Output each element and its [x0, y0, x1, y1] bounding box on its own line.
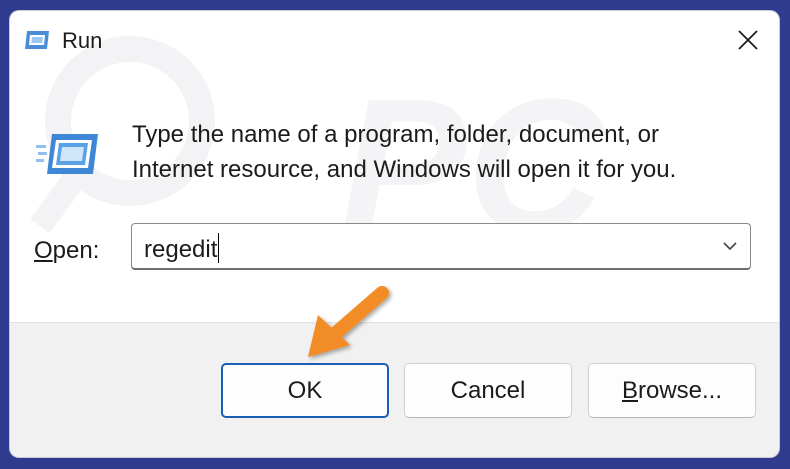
title-bar[interactable]: Run	[10, 11, 779, 71]
run-program-icon	[36, 134, 98, 174]
run-app-icon	[25, 31, 49, 49]
description-line-2: Internet resource, and Windows will open…	[132, 156, 677, 183]
open-label-mnemonic: O	[34, 237, 53, 264]
cancel-button[interactable]: Cancel	[404, 363, 572, 418]
text-cursor	[218, 233, 220, 263]
close-icon	[738, 30, 758, 50]
chevron-down-icon[interactable]	[720, 238, 740, 254]
browse-button[interactable]: Browse...	[588, 363, 756, 418]
open-label: Open:	[34, 237, 99, 265]
run-dialog: PC risk.com Run	[10, 11, 779, 457]
ok-button[interactable]: OK	[221, 363, 389, 418]
browse-label: rowse...	[637, 376, 723, 404]
close-button[interactable]	[731, 23, 765, 57]
description-text: Type the name of a program, folder, docu…	[132, 117, 752, 187]
description-line-1: Type the name of a program, folder, docu…	[132, 121, 659, 148]
window-title: Run	[62, 28, 103, 53]
browse-mnemonic: B	[621, 376, 638, 404]
open-label-text: pen:	[52, 237, 100, 264]
dialog-content: Type the name of a program, folder, docu…	[10, 71, 779, 322]
open-input[interactable]: regedit	[144, 233, 220, 264]
open-combobox[interactable]: regedit	[131, 223, 751, 270]
button-bar: OK Cancel Browse...	[10, 322, 779, 457]
open-input-value: regedit	[144, 236, 218, 263]
desktop-background: PC risk.com Run	[0, 0, 790, 469]
